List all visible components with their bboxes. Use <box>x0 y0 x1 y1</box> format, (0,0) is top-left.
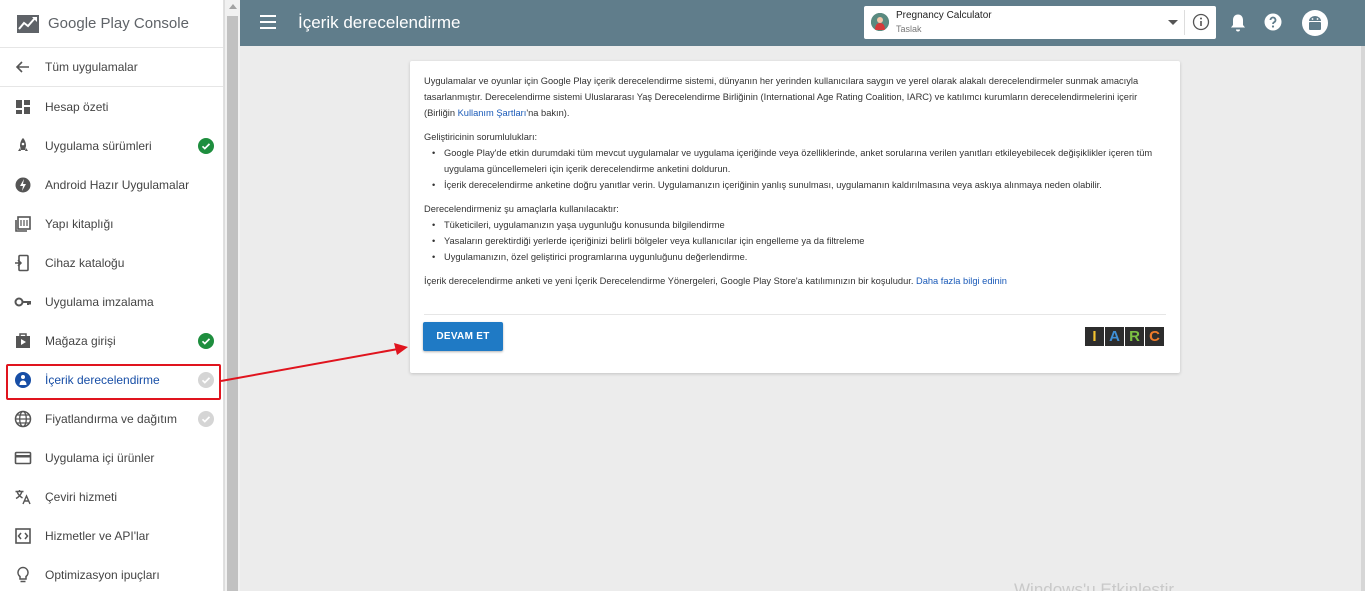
scrollbar-thumb[interactable] <box>227 16 238 591</box>
responsibilities-heading: Geliştiricinin sorumlulukları: <box>424 132 538 142</box>
iarc-letter-i: I <box>1085 327 1104 346</box>
device-catalog-icon <box>15 254 29 271</box>
list-item: Google Play'de etkin durumdaki tüm mevcu… <box>424 145 1164 177</box>
list-item: İçerik derecelendirme anketine doğru yan… <box>424 177 1164 193</box>
app-icon <box>871 13 889 31</box>
back-to-all-apps[interactable]: Tüm uygulamalar <box>0 48 223 87</box>
check-circle-icon <box>198 333 214 349</box>
usage-heading: Derecelendirmeniz şu amaçlarla kullanıla… <box>424 204 619 214</box>
sidebar-item-in-app-products[interactable]: Uygulama içi ürünler <box>0 438 223 477</box>
sidebar-item-content-rating[interactable]: İçerik derecelendirme <box>0 360 223 399</box>
sidebar-item-label: Uygulama içi ürünler <box>45 450 155 465</box>
content-rating-icon <box>15 371 31 388</box>
sidebar-item-store-listing[interactable]: Mağaza girişi <box>0 321 223 360</box>
continue-button[interactable]: DEVAM ET <box>423 322 503 351</box>
sidebar-item-label: Uygulama sürümleri <box>45 138 152 153</box>
code-icon <box>15 527 31 544</box>
hamburger-menu-icon[interactable] <box>260 15 276 29</box>
instant-app-icon <box>15 177 31 192</box>
annotation-arrow <box>220 343 408 382</box>
sidebar-nav: Hesap özeti Uygulama sürümleri Android H… <box>0 87 223 591</box>
page-scrollbar[interactable] <box>1361 46 1365 591</box>
terms-of-use-link[interactable]: Kullanım Şartları <box>458 108 527 118</box>
sidebar-item-app-releases[interactable]: Uygulama sürümleri <box>0 126 223 165</box>
sidebar-item-label: Optimizasyon ipuçları <box>45 567 160 582</box>
back-label: Tüm uygulamalar <box>45 60 138 74</box>
arrow-back-icon <box>15 61 29 73</box>
sidebar-item-artifact-library[interactable]: Yapı kitaplığı <box>0 204 223 243</box>
logo-text: Google Play Console <box>48 15 189 32</box>
app-name: Pregnancy Calculator <box>896 10 992 21</box>
sidebar: Google Play Console Tüm uygulamalar Hesa… <box>0 0 224 591</box>
android-avatar-icon <box>1309 16 1321 30</box>
sidebar-scrollbar[interactable] <box>224 0 240 591</box>
footer-paragraph: İçerik derecelendirme anketi ve yeni İçe… <box>424 276 1007 286</box>
usage-list: Tüketicileri, uygulamanızın yaşa uygunlu… <box>424 217 1164 265</box>
sidebar-item-device-catalog[interactable]: Cihaz kataloğu <box>0 243 223 282</box>
user-avatar[interactable] <box>1302 10 1328 36</box>
learn-more-link[interactable]: Daha fazla bilgi edinin <box>916 276 1007 286</box>
lightbulb-icon <box>17 566 29 582</box>
sidebar-item-app-signing[interactable]: Uygulama imzalama <box>0 282 223 321</box>
translate-icon <box>15 489 31 504</box>
sidebar-item-services-apis[interactable]: Hizmetler ve API'lar <box>0 516 223 555</box>
sidebar-item-label: Fiyatlandırma ve dağıtım <box>45 411 178 426</box>
sidebar-item-translation-service[interactable]: Çeviri hizmeti <box>0 477 223 516</box>
chevron-down-icon[interactable] <box>1168 20 1178 25</box>
sidebar-item-label: Cihaz kataloğu <box>45 255 125 270</box>
sidebar-item-pricing-distribution[interactable]: Fiyatlandırma ve dağıtım <box>0 399 223 438</box>
divider <box>424 314 1166 315</box>
intro-paragraph: Uygulamalar ve oyunlar için Google Play … <box>424 76 1139 118</box>
card-body: Uygulamalar ve oyunlar için Google Play … <box>424 73 1164 297</box>
credit-card-icon <box>14 451 32 464</box>
sidebar-item-label: İçerik derecelendirme <box>45 372 160 387</box>
app-selector[interactable]: Pregnancy Calculator Taslak <box>864 6 1216 39</box>
dashboard-icon <box>16 99 30 114</box>
sidebar-item-account-overview[interactable]: Hesap özeti <box>0 87 223 126</box>
content-rating-card: Uygulamalar ve oyunlar için Google Play … <box>410 61 1180 373</box>
app-avatar <box>871 13 889 31</box>
sidebar-item-label: Hesap özeti <box>45 99 109 114</box>
responsibilities-list: Google Play'de etkin durumdaki tüm mevcu… <box>424 145 1164 193</box>
sidebar-item-instant-apps[interactable]: Android Hazır Uygulamalar <box>0 165 223 204</box>
info-icon[interactable] <box>1192 13 1210 31</box>
iarc-letter-c: C <box>1145 327 1164 346</box>
sidebar-item-label: Uygulama imzalama <box>45 294 154 309</box>
check-circle-icon <box>198 138 214 154</box>
globe-icon <box>14 410 32 427</box>
iarc-letter-r: R <box>1125 327 1144 346</box>
play-console-logo-icon <box>17 14 39 33</box>
app-status: Taslak <box>896 24 922 34</box>
list-item: Uygulamanızın, özel geliştirici programl… <box>424 249 1164 265</box>
divider <box>1184 10 1185 35</box>
iarc-letter-a: A <box>1105 327 1124 346</box>
windows-activation-watermark: Windows'u Etkinleştir <box>1014 580 1175 591</box>
google-play-console-logo[interactable]: Google Play Console <box>0 0 223 48</box>
sidebar-item-label: Android Hazır Uygulamalar <box>45 177 190 192</box>
key-icon <box>14 297 31 306</box>
sidebar-item-label: Hizmetler ve API'lar <box>45 528 150 543</box>
sidebar-item-label: Mağaza girişi <box>45 333 116 348</box>
check-circle-icon <box>198 372 214 388</box>
scroll-up-arrow-icon[interactable] <box>229 4 237 9</box>
sidebar-item-optimization-tips[interactable]: Optimizasyon ipuçları <box>0 555 223 591</box>
help-icon[interactable] <box>1264 13 1282 31</box>
notifications-bell-icon[interactable] <box>1229 13 1247 33</box>
iarc-logo: I A R C <box>1085 327 1165 346</box>
top-app-bar: İçerik derecelendirme Pregnancy Calculat… <box>240 0 1365 46</box>
list-item: Yasaların gerektirdiği yerlerde içeriğin… <box>424 233 1164 249</box>
library-icon <box>15 215 31 232</box>
sidebar-item-label: Yapı kitaplığı <box>45 216 114 231</box>
store-listing-icon <box>16 332 30 348</box>
check-circle-icon <box>198 411 214 427</box>
rocket-icon <box>18 137 28 151</box>
sidebar-item-label: Çeviri hizmeti <box>45 489 118 504</box>
page-title: İçerik derecelendirme <box>298 13 461 32</box>
list-item: Tüketicileri, uygulamanızın yaşa uygunlu… <box>424 217 1164 233</box>
